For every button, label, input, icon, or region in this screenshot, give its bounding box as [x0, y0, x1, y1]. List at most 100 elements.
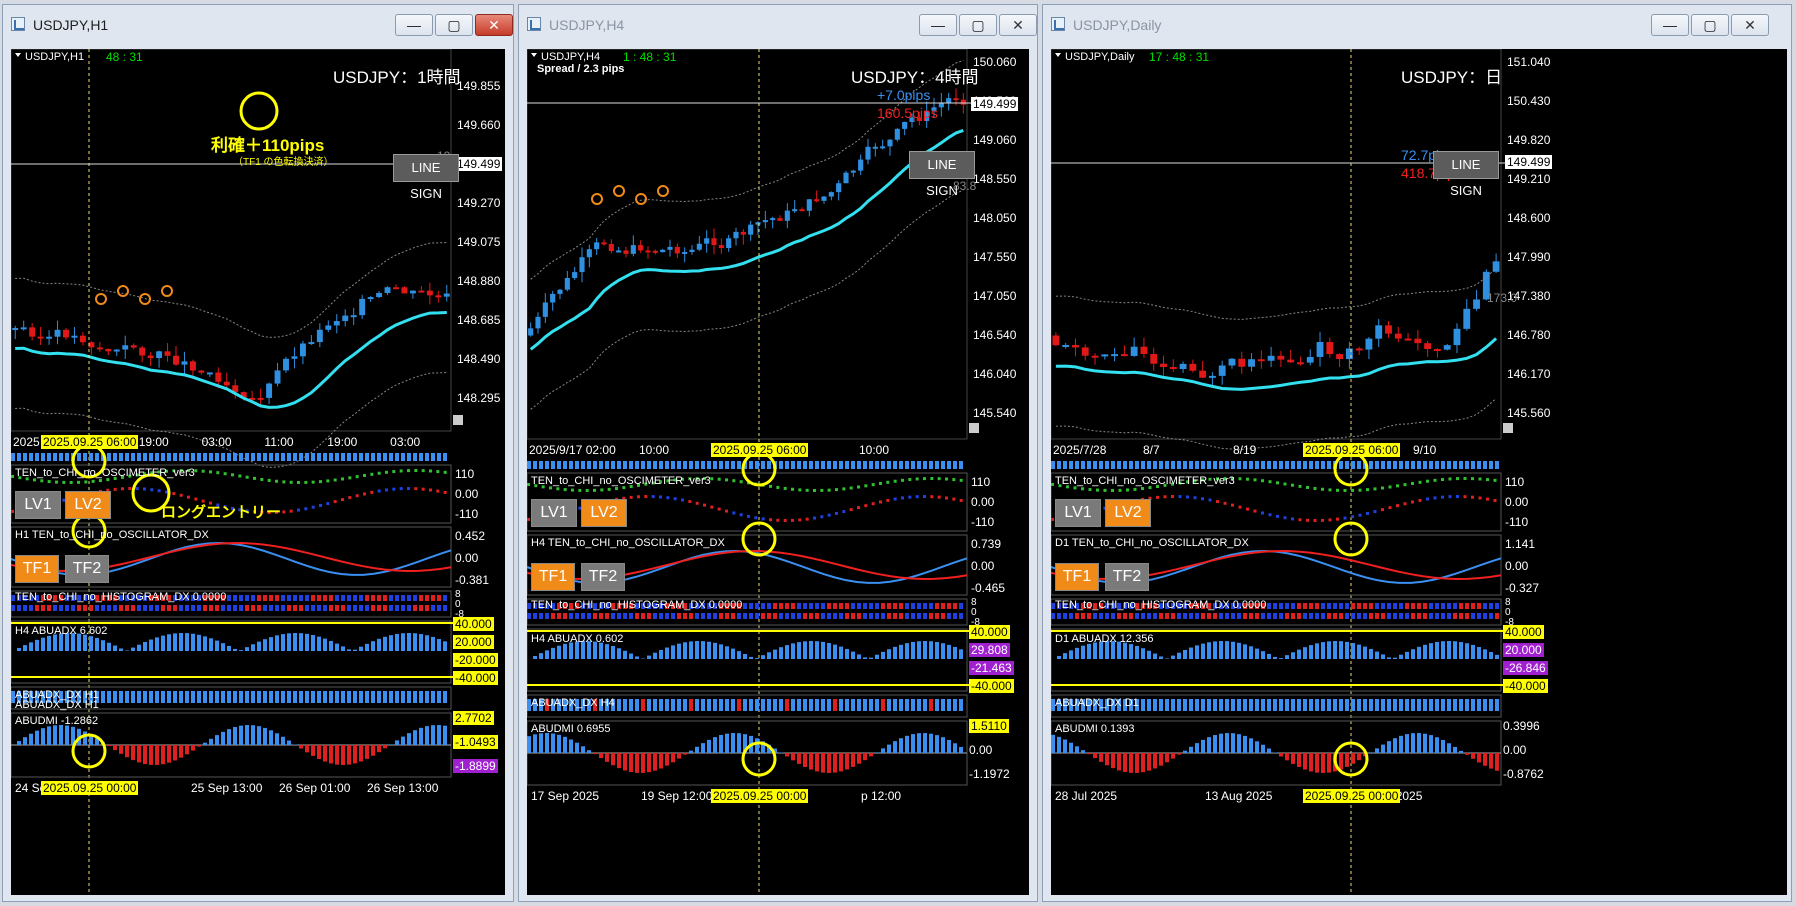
title-bar[interactable]: USDJPY,H4 — ▢ ✕	[519, 5, 1037, 45]
signal-strip-bar	[581, 461, 585, 469]
tf2-button[interactable]: TF2	[1105, 563, 1149, 591]
signal-strip-bar	[377, 453, 381, 461]
price-axis-tick: 148.550	[973, 171, 1017, 186]
lv1-button[interactable]: LV1	[15, 491, 61, 519]
signal-strip-bar	[617, 461, 621, 469]
tf1-button[interactable]: TF1	[15, 555, 59, 583]
abuadx-dx-bar	[245, 691, 249, 703]
abudmi-bar	[1489, 753, 1493, 769]
title-bar[interactable]: USDJPY,H1 — ▢ ✕	[3, 5, 513, 45]
oscimeter-dot	[40, 479, 44, 483]
abuadx-bar	[419, 634, 423, 651]
histogram-bar	[425, 605, 429, 611]
oscimeter-dot	[1313, 486, 1317, 490]
abuadx-dx-bar	[803, 699, 807, 711]
histogram-bar	[527, 613, 531, 619]
close-button[interactable]: ✕	[999, 14, 1037, 36]
abuadx-dx-bar	[647, 699, 651, 711]
oscimeter-dot	[827, 513, 831, 517]
signal-strip-bar	[1297, 461, 1301, 469]
signal-strip-bar	[557, 461, 561, 469]
line-sign-button[interactable]: LINE SIGN	[393, 154, 459, 201]
maximize-button[interactable]: ▢	[1691, 14, 1729, 36]
oscimeter-dot	[1478, 496, 1482, 500]
signal-strip-bar	[641, 461, 645, 469]
symbol-label: USDJPY,H4	[541, 51, 601, 63]
title-bar[interactable]: USDJPY,Daily — ▢ ✕	[1043, 5, 1791, 45]
oscimeter-dot	[355, 475, 359, 479]
tf1-button[interactable]: TF1	[1055, 563, 1099, 591]
close-button[interactable]: ✕	[1731, 14, 1769, 36]
histogram-bar	[701, 613, 705, 619]
abudmi-bar	[1087, 753, 1091, 755]
abudmi-bar	[1393, 738, 1397, 753]
candle-body	[333, 321, 340, 326]
candle-body	[799, 209, 805, 212]
abudmi-bar	[917, 733, 921, 753]
line-sign-button[interactable]: LINE SIGN	[909, 151, 975, 198]
pips-down-label: 160.5pips	[877, 105, 938, 121]
abudmi-bar	[1243, 735, 1247, 753]
maximize-button[interactable]: ▢	[435, 14, 473, 36]
histogram-bar	[755, 603, 759, 609]
minimize-button[interactable]: —	[919, 14, 957, 36]
line-sign-button[interactable]: LINE SIGN	[1433, 151, 1499, 198]
signal-strip-bar	[755, 461, 759, 469]
histogram-bar	[383, 595, 387, 601]
abuadx-bar	[689, 641, 693, 659]
oscimeter-dot	[1381, 486, 1384, 490]
signal-strip-bar	[275, 453, 279, 461]
signal-marker	[657, 185, 669, 197]
chart-window-icon	[1051, 17, 1065, 31]
lv1-button[interactable]: LV1	[1055, 499, 1101, 527]
abuadx-dx-bar	[797, 699, 801, 711]
signal-strip-bar	[713, 461, 717, 469]
abuadx-bar	[947, 644, 951, 659]
abuadx-dx-bar	[1147, 699, 1151, 711]
abuadx-dx-bar	[239, 691, 243, 703]
maximize-button[interactable]: ▢	[959, 14, 997, 36]
chart-window-h1[interactable]: USDJPY,H1 — ▢ ✕ 149.855149.660149.465149…	[2, 4, 514, 902]
abuadx-bar	[599, 642, 603, 659]
chart-window-h4[interactable]: USDJPY,H4 — ▢ ✕ 150.060149.560149.060148…	[518, 4, 1038, 902]
abuadx-dx-bar	[893, 699, 897, 711]
abuadx-dx-bar	[119, 691, 123, 703]
abudmi-bar	[893, 741, 897, 753]
minimize-button[interactable]: —	[395, 14, 433, 36]
signal-strip-bar	[137, 453, 141, 461]
candle-body	[843, 172, 849, 184]
oscimeter-dot	[805, 517, 809, 521]
abudmi-bar	[329, 745, 333, 764]
abuadx-dx-bar	[149, 691, 153, 703]
chart-window-daily[interactable]: USDJPY,Daily — ▢ ✕ 151.040 150.430 149.820…	[1042, 4, 1792, 902]
histogram-bar	[1369, 613, 1373, 619]
histogram-bar	[869, 603, 873, 609]
signal-strip-bar	[143, 453, 147, 461]
minimize-button[interactable]: —	[1651, 14, 1689, 36]
lv2-button[interactable]: LV2	[581, 499, 627, 527]
abuadx-dx-bar	[935, 699, 939, 711]
tf1-button[interactable]: TF1	[531, 563, 575, 591]
signal-strip-bar	[1099, 461, 1103, 469]
oscimeter-dot	[1171, 495, 1174, 499]
lv2-button[interactable]: LV2	[1105, 499, 1151, 527]
chart-area[interactable]: 149.855149.660149.465149.270149.075148.8…	[11, 49, 505, 895]
abudmi-bar	[407, 733, 411, 745]
oscimeter-dot	[893, 497, 897, 501]
chart-area[interactable]: 151.040 150.430 149.820 149.210 148.600 147.9…	[1051, 49, 1787, 895]
candle-body	[1433, 349, 1441, 352]
tf2-button[interactable]: TF2	[581, 563, 625, 591]
lv2-button[interactable]: LV2	[65, 491, 111, 519]
collapse-icon	[15, 53, 21, 57]
lv1-button[interactable]: LV1	[531, 499, 577, 527]
histogram-bar	[1201, 613, 1205, 619]
histogram-bar	[113, 605, 117, 611]
signal-strip-bar	[791, 461, 795, 469]
chart-area[interactable]: 150.060149.560149.060148.550148.050147.5…	[527, 49, 1029, 895]
main-plot-frame	[1051, 49, 1502, 440]
oscimeter-dot	[600, 488, 604, 492]
oscimeter-dot	[333, 478, 337, 482]
close-button[interactable]: ✕	[475, 14, 513, 36]
tf2-button[interactable]: TF2	[65, 555, 109, 583]
signal-strip-bar	[1315, 461, 1319, 469]
